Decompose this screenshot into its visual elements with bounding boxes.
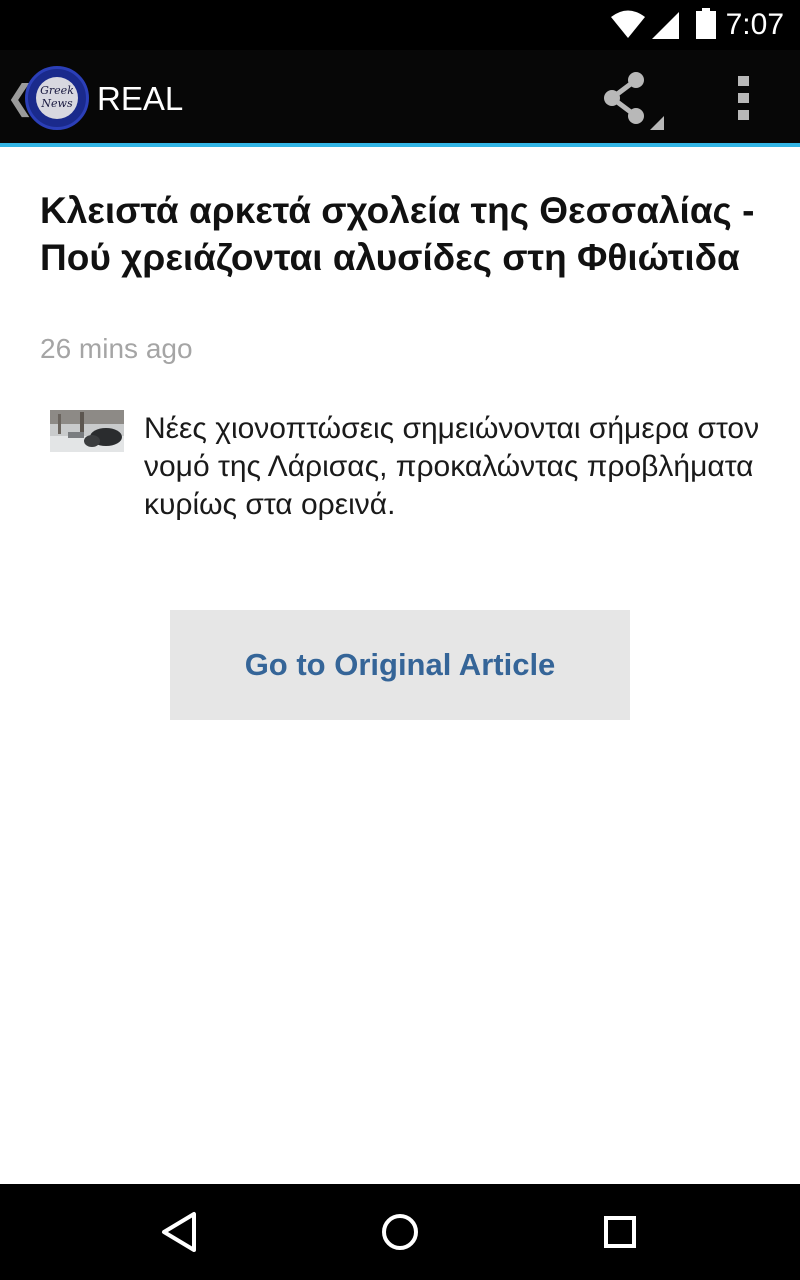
logo-text-line1: Greek (40, 84, 74, 97)
snow-scene-thumbnail-image (50, 410, 124, 452)
battery-icon (696, 8, 716, 39)
signal-icon (652, 12, 679, 39)
go-to-original-article-button[interactable]: Go to Original Article (170, 610, 630, 720)
article-content: Κλειστά αρκετά σχολεία της Θεσσαλίας - Π… (0, 147, 800, 1184)
action-bar: ❮ Greek News REAL (0, 50, 800, 143)
overflow-menu-button[interactable] (722, 72, 766, 124)
share-button[interactable] (596, 68, 670, 132)
logo-text-line2: News (41, 97, 73, 110)
article-thumbnail[interactable] (50, 410, 124, 452)
share-icon (604, 72, 664, 130)
status-bar: 7:07 (0, 0, 800, 50)
action-bar-title: REAL (97, 80, 184, 117)
article-headline: Κλειστά αρκετά σχολεία της Θεσσαλίας - Π… (40, 190, 755, 278)
article-timestamp: 26 mins ago (40, 333, 193, 364)
navigation-bar (0, 1184, 800, 1280)
status-time: 7:07 (725, 8, 784, 41)
app-logo[interactable]: Greek News (25, 66, 89, 130)
article-summary: Νέες χιονοπτώσεις σημειώνονται σήμερα στ… (144, 412, 760, 521)
overflow-menu-icon (738, 76, 749, 120)
recents-icon[interactable] (598, 1210, 642, 1254)
wifi-icon (611, 10, 645, 38)
app-logo-badge: Greek News (36, 77, 78, 119)
home-icon[interactable] (378, 1210, 422, 1254)
back-icon[interactable] (156, 1210, 204, 1254)
